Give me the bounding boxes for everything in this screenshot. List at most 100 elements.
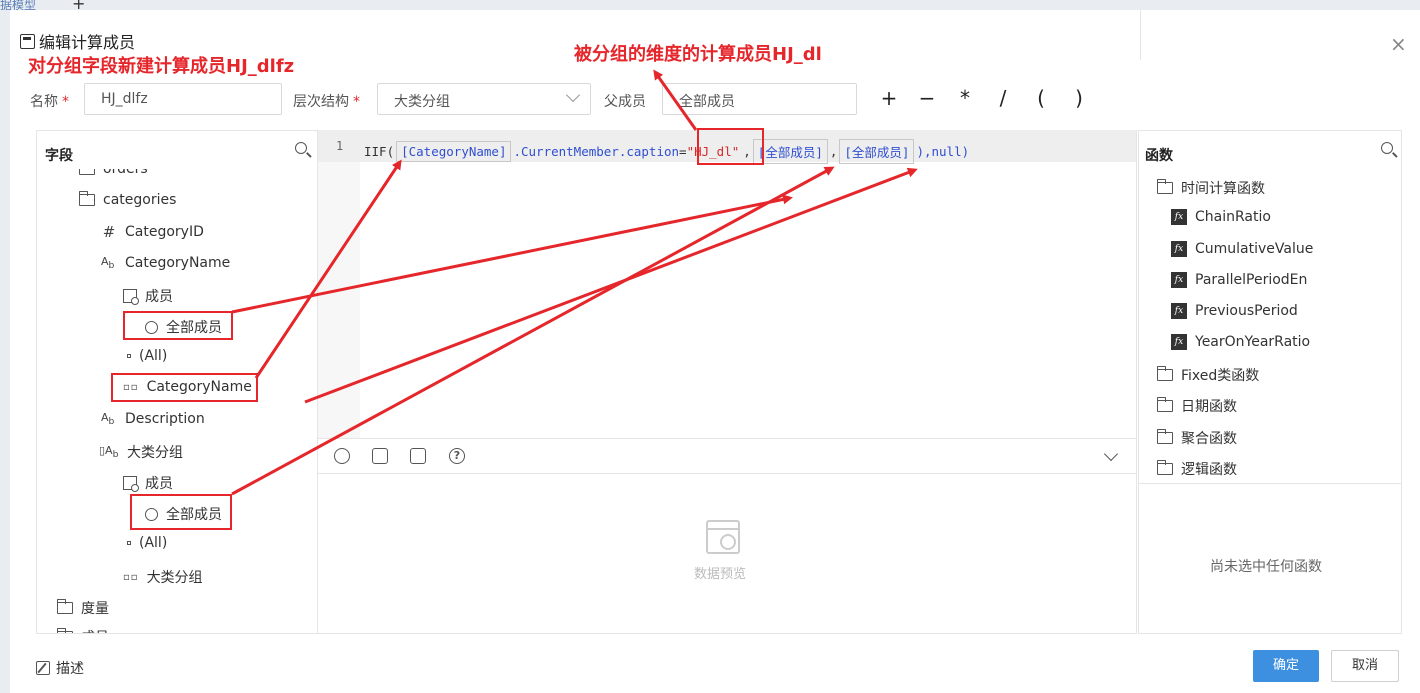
fn-folder-fixed[interactable]: Fixed类函数	[1157, 365, 1259, 385]
tree-item-all-level[interactable]: (All)	[127, 348, 167, 364]
hash-icon: #	[102, 223, 116, 241]
help-icon[interactable]: ?	[449, 448, 465, 464]
tree-item-members-folder[interactable]: 成员	[57, 627, 109, 633]
search-icon[interactable]	[295, 142, 307, 154]
fn-item-yearonyearratio[interactable]: fx YearOnYearRatio	[1171, 334, 1310, 350]
dialog-title: 编辑计算成员	[20, 29, 135, 53]
expression-editor[interactable]	[317, 130, 1137, 634]
tree-item-orders[interactable]: orders	[79, 169, 148, 177]
tree-item-members[interactable]: 成员	[123, 286, 173, 306]
folder-icon	[1157, 366, 1173, 381]
plus-operator-button[interactable]: +	[870, 86, 908, 110]
annotation-center: 被分组的维度的计算成员HJ_dl	[574, 44, 822, 65]
level-icon	[127, 354, 131, 358]
open-paren-button[interactable]: (	[1022, 86, 1060, 110]
code-token: .CurrentMember.caption	[513, 144, 680, 159]
function-icon: fx	[1171, 241, 1187, 257]
tree-item-description[interactable]: Ab Description	[101, 411, 205, 427]
fn-folder-time[interactable]: 时间计算函数	[1157, 178, 1265, 198]
member-icon	[123, 476, 139, 492]
level-dots-icon: ▫▫	[123, 571, 139, 583]
functions-panel-title: 函数	[1145, 148, 1173, 164]
fn-item-previousperiod[interactable]: fx PreviousPeriod	[1171, 303, 1298, 319]
fn-item-cumulativevalue[interactable]: fx CumulativeValue	[1171, 241, 1313, 257]
fn-item-chainratio[interactable]: fx ChainRatio	[1171, 209, 1271, 225]
code-token-all-members-2[interactable]: [全部成员]	[839, 139, 915, 164]
data-preview-text: 数据预览	[694, 567, 747, 582]
header-divider	[1140, 10, 1141, 60]
dialog-title-text: 编辑计算成员	[39, 33, 136, 52]
edit-icon	[36, 661, 50, 675]
close-paren-button[interactable]: )	[1060, 86, 1098, 110]
highlight-box-group-all-members	[130, 494, 232, 530]
expression-code[interactable]: IIF( [CategoryName] .CurrentMember.capti…	[364, 139, 969, 164]
tree-item-group-all-level[interactable]: (All)	[127, 535, 167, 551]
data-preview-icon	[706, 520, 740, 554]
tree-item-categoryname[interactable]: Ab CategoryName	[101, 255, 230, 271]
background-strip: 据模型 +	[0, 0, 1420, 13]
describe-link[interactable]: 描述	[36, 658, 84, 678]
text-field-icon: Ab	[101, 411, 115, 428]
background-left	[0, 10, 10, 693]
group-field-icon: ▯Ab	[99, 443, 119, 461]
name-label: 名称 *	[30, 94, 69, 110]
name-input[interactable]: HJ_dlfz	[84, 83, 282, 115]
required-mark: *	[62, 94, 69, 110]
parent-label: 父成员	[604, 94, 646, 110]
code-token-categoryname[interactable]: [CategoryName]	[396, 141, 512, 162]
code-token-all-members-1[interactable]: [全部成员]	[752, 139, 828, 164]
folder-icon	[1157, 460, 1173, 475]
function-icon: fx	[1171, 303, 1187, 319]
highlight-box-categoryname	[111, 373, 258, 402]
functions-divider	[1138, 483, 1402, 484]
fn-folder-aggregate[interactable]: 聚合函数	[1157, 428, 1237, 448]
folder-icon	[57, 599, 73, 614]
operator-toolbar: + − * / ( )	[870, 86, 1098, 110]
annotation-left: 对分组字段新建计算成员HJ_dlfz	[28, 56, 295, 77]
folder-icon	[57, 628, 73, 633]
folder-icon	[79, 169, 95, 175]
search-icon[interactable]	[1381, 142, 1393, 154]
format-icon[interactable]	[334, 448, 350, 464]
editor-toolbar: ?	[318, 438, 1136, 474]
highlight-box-hj-dl	[697, 128, 764, 165]
text-field-icon: Ab	[101, 255, 115, 272]
minus-operator-button[interactable]: −	[908, 86, 946, 110]
cancel-button[interactable]: 取消	[1331, 650, 1399, 682]
hierarchy-select[interactable]: 大类分组	[377, 83, 591, 115]
tree-item-group-level[interactable]: ▫▫ 大类分组	[123, 567, 203, 587]
fields-panel-title: 字段	[45, 148, 73, 164]
function-empty-text: 尚未选中任何函数	[1210, 559, 1322, 575]
multiply-operator-button[interactable]: *	[946, 86, 984, 110]
ok-button[interactable]: 确定	[1253, 650, 1319, 682]
hierarchy-label: 层次结构 *	[293, 94, 360, 110]
clipboard-icon[interactable]	[372, 448, 388, 464]
close-icon[interactable]: ×	[1390, 32, 1407, 56]
function-icon: fx	[1171, 209, 1187, 225]
tree-item-category-group[interactable]: ▯Ab 大类分组	[99, 442, 183, 462]
divide-operator-button[interactable]: /	[984, 86, 1022, 110]
fn-folder-logic[interactable]: 逻辑函数	[1157, 459, 1237, 479]
line-gutter	[318, 130, 360, 438]
fn-folder-date[interactable]: 日期函数	[1157, 396, 1237, 416]
function-icon: fx	[1171, 334, 1187, 350]
highlight-box-all-members	[123, 311, 233, 340]
folder-icon	[1157, 429, 1173, 444]
hierarchy-select-value: 大类分组	[394, 94, 450, 110]
tree-item-group-members[interactable]: 成员	[123, 473, 173, 493]
folder-open-icon	[79, 191, 95, 206]
folder-open-icon	[1157, 179, 1173, 194]
tree-item-measures[interactable]: 度量	[57, 598, 109, 618]
required-mark: *	[353, 94, 360, 110]
chevron-down-icon[interactable]	[1103, 446, 1119, 462]
calculator-icon	[20, 33, 35, 49]
tree-item-categories[interactable]: categories	[79, 191, 176, 208]
folder-icon	[1157, 397, 1173, 412]
validate-icon[interactable]	[410, 448, 426, 464]
tree-item-categoryid[interactable]: # CategoryID	[101, 223, 204, 241]
code-token: IIF(	[364, 144, 395, 159]
chevron-down-icon	[565, 87, 581, 103]
code-token: ),null)	[916, 144, 970, 159]
fn-item-parallelperioden[interactable]: fx ParallelPeriodEn	[1171, 272, 1307, 288]
parent-input[interactable]: 全部成员	[662, 83, 857, 115]
